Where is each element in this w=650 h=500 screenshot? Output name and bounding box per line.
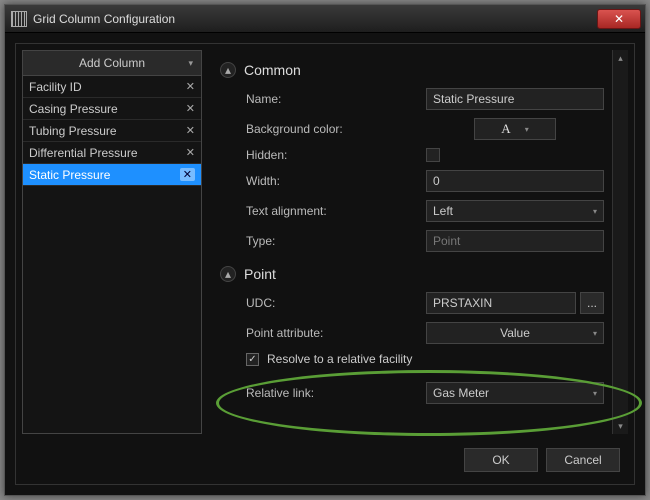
remove-column-icon[interactable]: ✕	[186, 146, 195, 159]
window-title: Grid Column Configuration	[33, 12, 597, 26]
scroll-down-icon[interactable]: ▾	[614, 419, 628, 433]
column-item-facility-id[interactable]: Facility ID ✕	[23, 76, 201, 98]
dialog-body: Add Column ▾ Facility ID ✕ Casing Pressu…	[5, 33, 645, 495]
point-attr-value: Value	[500, 326, 530, 340]
remove-column-icon[interactable]: ✕	[186, 124, 195, 137]
width-input[interactable]	[426, 170, 604, 192]
chevron-down-icon: ▾	[525, 125, 529, 134]
column-item-label: Differential Pressure	[29, 146, 186, 160]
chevron-up-icon: ▴	[225, 267, 231, 281]
app-icon	[11, 11, 27, 27]
relative-link-value: Gas Meter	[433, 386, 489, 400]
column-item-label: Tubing Pressure	[29, 124, 186, 138]
properties-pane: ▴ Common Name: Background color: A ▾	[212, 50, 628, 434]
chevron-down-icon: ▾	[593, 329, 597, 338]
hidden-label: Hidden:	[246, 148, 426, 162]
vertical-scrollbar[interactable]: ▴ ▾	[612, 50, 628, 434]
point-section-header: ▴ Point	[220, 266, 604, 282]
type-label: Type:	[246, 234, 426, 248]
close-icon: ✕	[614, 12, 624, 26]
name-input[interactable]	[426, 88, 604, 110]
collapse-toggle[interactable]: ▴	[220, 266, 236, 282]
chevron-up-icon: ▴	[225, 63, 231, 77]
close-button[interactable]: ✕	[597, 9, 641, 29]
bg-color-picker[interactable]: A ▾	[474, 118, 556, 140]
chevron-down-icon: ▾	[188, 58, 193, 69]
hidden-checkbox[interactable]	[426, 148, 440, 162]
point-heading: Point	[244, 266, 276, 282]
chevron-down-icon: ▾	[593, 389, 597, 398]
chevron-down-icon: ▾	[593, 207, 597, 216]
point-attr-label: Point attribute:	[246, 326, 426, 340]
bg-color-label: Background color:	[246, 122, 426, 136]
column-item-static-pressure[interactable]: Static Pressure ✕	[23, 164, 201, 186]
common-section-header: ▴ Common	[220, 62, 604, 78]
relative-link-label: Relative link:	[246, 386, 426, 400]
add-column-button[interactable]: Add Column ▾	[22, 50, 202, 76]
column-list: Facility ID ✕ Casing Pressure ✕ Tubing P…	[22, 76, 202, 434]
column-list-pane: Add Column ▾ Facility ID ✕ Casing Pressu…	[22, 50, 202, 434]
common-form: Name: Background color: A ▾ Hidden: Widt…	[246, 88, 604, 252]
udc-label: UDC:	[246, 296, 426, 310]
properties-content: ▴ Common Name: Background color: A ▾	[212, 50, 612, 434]
point-form: UDC: ... Point attribute: Value ▾ ✓	[246, 292, 604, 404]
common-heading: Common	[244, 62, 301, 78]
name-label: Name:	[246, 92, 426, 106]
column-item-label: Static Pressure	[29, 168, 180, 182]
ok-button[interactable]: OK	[464, 448, 538, 472]
align-combo[interactable]: Left ▾	[426, 200, 604, 222]
align-value: Left	[433, 204, 453, 218]
collapse-toggle[interactable]: ▴	[220, 62, 236, 78]
align-label: Text alignment:	[246, 204, 426, 218]
cancel-button[interactable]: Cancel	[546, 448, 620, 472]
column-item-differential-pressure[interactable]: Differential Pressure ✕	[23, 142, 201, 164]
dialog-button-row: OK Cancel	[464, 448, 620, 472]
titlebar: Grid Column Configuration ✕	[5, 5, 645, 33]
remove-column-icon[interactable]: ✕	[180, 168, 195, 181]
column-item-label: Facility ID	[29, 80, 186, 94]
font-color-icon: A	[501, 121, 510, 137]
scroll-track[interactable]	[613, 66, 628, 418]
udc-browse-button[interactable]: ...	[580, 292, 604, 314]
column-item-label: Casing Pressure	[29, 102, 186, 116]
dialog-window: Grid Column Configuration ✕ Add Column ▾…	[4, 4, 646, 496]
resolve-checkbox[interactable]: ✓	[246, 353, 259, 366]
point-attr-combo[interactable]: Value ▾	[426, 322, 604, 344]
relative-link-combo[interactable]: Gas Meter ▾	[426, 382, 604, 404]
column-item-casing-pressure[interactable]: Casing Pressure ✕	[23, 98, 201, 120]
udc-input[interactable]	[426, 292, 576, 314]
remove-column-icon[interactable]: ✕	[186, 80, 195, 93]
column-item-tubing-pressure[interactable]: Tubing Pressure ✕	[23, 120, 201, 142]
type-input	[426, 230, 604, 252]
width-label: Width:	[246, 174, 426, 188]
add-column-label: Add Column	[79, 56, 145, 70]
scroll-up-icon[interactable]: ▴	[614, 51, 628, 65]
content-frame: Add Column ▾ Facility ID ✕ Casing Pressu…	[15, 43, 635, 485]
remove-column-icon[interactable]: ✕	[186, 102, 195, 115]
resolve-row: ✓ Resolve to a relative facility	[246, 352, 604, 366]
resolve-label: Resolve to a relative facility	[267, 352, 412, 366]
